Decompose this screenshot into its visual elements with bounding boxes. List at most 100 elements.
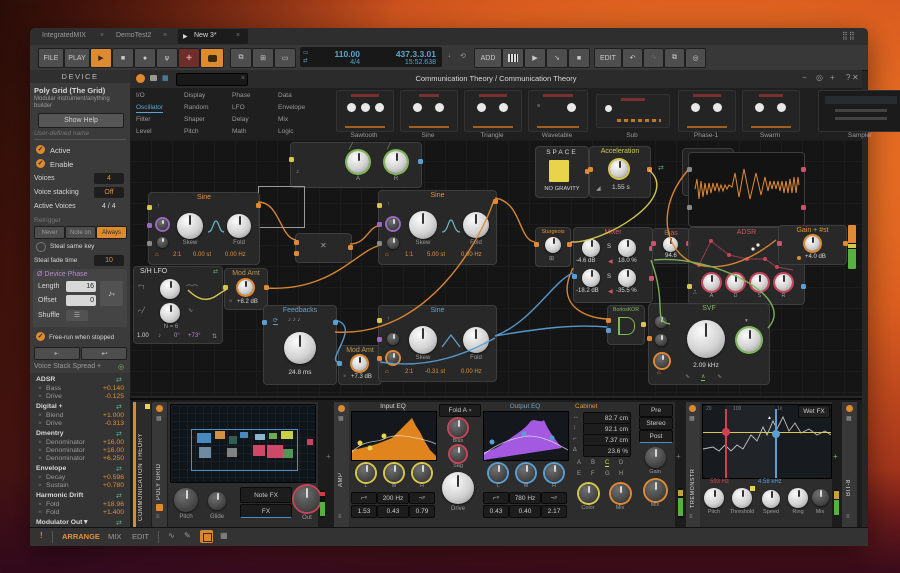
port[interactable] <box>534 242 539 247</box>
amount-value[interactable]: +7.3 dB <box>351 374 372 380</box>
module-space[interactable]: SPACE NO GRAVITY <box>535 146 589 198</box>
palette-module-phase1[interactable] <box>678 90 736 132</box>
cat-delay[interactable]: Delay <box>232 116 249 123</box>
mod-amount[interactable]: +0.596 <box>90 474 124 481</box>
module-acceleration[interactable]: Acceleration ◢ 1.55 s <box>589 146 651 198</box>
mod-amount[interactable]: +16.00 <box>90 447 124 454</box>
pan-value-1[interactable]: 18.0 % <box>618 258 637 264</box>
bit8-device-strip[interactable]: ▦ BIT-8 ≡ <box>842 402 857 527</box>
dual-panel-button[interactable] <box>200 530 213 543</box>
time-display[interactable]: 15:52.638 <box>364 59 436 66</box>
module-sh-lfo[interactable]: S/H LFO ⇄ ⌐┐ ⌒⌒ ⌐╱ ∿ N = 6 1.00 ♪ 0° +73… <box>133 266 223 344</box>
mod-target[interactable]: Drive <box>46 393 62 400</box>
port[interactable] <box>588 167 593 172</box>
play-button[interactable]: ▶ <box>90 48 112 68</box>
port[interactable] <box>377 318 382 323</box>
cat-lfo[interactable]: LFO <box>232 104 245 111</box>
level-value-2[interactable]: -18.2 dB <box>576 288 599 294</box>
device-power-icon[interactable] <box>689 405 696 412</box>
port[interactable] <box>256 203 261 208</box>
amp-gain-knob[interactable] <box>645 447 666 468</box>
port[interactable] <box>567 242 572 247</box>
attack-knob[interactable] <box>347 151 369 173</box>
port[interactable] <box>572 274 577 279</box>
gain-knob[interactable] <box>805 236 820 251</box>
cat-math[interactable]: Math <box>232 128 246 135</box>
oeq-low-gain[interactable]: 0.43 <box>483 505 509 518</box>
level-knob-1[interactable] <box>582 239 600 257</box>
amount-value[interactable]: +8.2 dB <box>237 299 258 305</box>
palette-module-sampler[interactable] <box>818 90 900 132</box>
loop-toggle-icon[interactable]: ⟲ <box>460 52 466 60</box>
voice-mode-a-button[interactable]: ▸∙ <box>34 347 80 360</box>
zoom-in-icon[interactable]: + <box>830 73 835 82</box>
oeq-mid-knob[interactable] <box>517 464 535 482</box>
modulators-icon[interactable]: ≡ <box>846 514 850 520</box>
remote-controls-icon[interactable] <box>156 504 163 511</box>
port[interactable] <box>337 361 342 366</box>
playhead-follow-button[interactable]: ▶ <box>524 48 546 68</box>
port[interactable] <box>651 241 656 246</box>
mod-amount[interactable]: -0.125 <box>90 393 124 400</box>
phase-mod-knob[interactable] <box>387 218 399 230</box>
redo-button[interactable]: ↷ <box>643 48 664 68</box>
trem-threshold-knob[interactable] <box>732 488 752 508</box>
sag-knob[interactable] <box>450 446 466 462</box>
cat-phase[interactable]: Phase <box>232 92 250 99</box>
port[interactable] <box>647 167 652 172</box>
module-sine-3[interactable]: Sine ↑ Skew Fold ⌂ 2:1 -0.31 st 0.00 Hz <box>378 305 497 382</box>
modulators-icon[interactable]: ≡ <box>689 514 693 520</box>
automation-follow-button[interactable]: ⊞ <box>252 48 274 68</box>
ratio-value[interactable]: 2:1 <box>173 252 181 258</box>
cat-pitch[interactable]: Pitch <box>184 128 198 135</box>
position-display[interactable]: 437.3.3.01 <box>364 49 436 59</box>
expand-icon[interactable]: ▦ <box>689 415 695 422</box>
port[interactable] <box>264 285 269 290</box>
record-button[interactable]: ● <box>134 48 156 68</box>
cab-letter-c[interactable]: C <box>605 460 609 467</box>
mod-amount[interactable]: +1.000 <box>90 412 124 419</box>
mod-section[interactable]: ADSR <box>36 376 55 383</box>
mod-mute-icon[interactable]: × <box>38 393 42 400</box>
mod-route-icon[interactable]: ⇄ <box>116 430 122 438</box>
modulation-link-icon[interactable]: ◎ <box>118 363 124 371</box>
module-mod-amt-2[interactable]: Mod Amt × +7.3 dB <box>338 345 382 385</box>
module-gain[interactable]: Gain + #st +4.0 dB <box>778 225 847 265</box>
cat-data[interactable]: Data <box>278 92 292 99</box>
input-eq-display[interactable] <box>351 411 437 461</box>
cabinet-damping[interactable]: 23.6 % <box>583 445 631 457</box>
phase-value[interactable]: 0° <box>174 333 180 339</box>
fold-knob[interactable] <box>227 214 251 238</box>
file-menu-button[interactable]: FILE <box>38 48 64 68</box>
pin-button[interactable]: ◎ <box>685 48 706 68</box>
shuffle-icon[interactable]: ⇄ <box>303 58 308 64</box>
port[interactable] <box>649 276 654 281</box>
pitch-knob[interactable] <box>174 488 198 512</box>
mod-mute-icon[interactable]: × <box>38 455 42 462</box>
mod-amount[interactable]: -0.313 <box>90 420 124 427</box>
show-help-button[interactable]: Show Help <box>38 113 124 128</box>
tab-project-active[interactable]: ▶ New 3* × <box>178 29 248 44</box>
port[interactable] <box>289 157 294 162</box>
mod-section[interactable]: Dmentry <box>36 430 64 437</box>
level-knob-2[interactable] <box>582 269 600 287</box>
oeq-high-knob[interactable] <box>545 464 563 482</box>
mod-route-icon[interactable]: ⇄ <box>116 376 122 384</box>
expand-icon[interactable]: ▦ <box>338 415 344 422</box>
oeq-mid-gain[interactable]: 0.40 <box>509 505 541 518</box>
controller-icon[interactable]: ⣿⣿ <box>842 31 856 40</box>
time-signature[interactable]: 4/4 <box>314 59 360 66</box>
mod-target[interactable]: Denominator <box>46 447 85 454</box>
mod-route-icon[interactable]: ⇄ <box>658 164 664 172</box>
oeq-low-knob[interactable] <box>489 464 507 482</box>
mod-route-icon[interactable]: ⇄ <box>213 268 218 275</box>
cat-filter[interactable]: Filter <box>136 116 150 123</box>
amount-knob[interactable] <box>352 356 367 371</box>
post-button[interactable]: Post <box>639 430 673 443</box>
palette-module-sub[interactable] <box>596 94 670 128</box>
port[interactable] <box>606 328 611 333</box>
in-knob[interactable] <box>655 316 667 328</box>
mod-target[interactable]: Fold <box>46 509 59 516</box>
tab-project-2[interactable]: DemoTest2 <box>116 32 151 39</box>
mix-view-button[interactable]: MIX <box>108 532 121 541</box>
